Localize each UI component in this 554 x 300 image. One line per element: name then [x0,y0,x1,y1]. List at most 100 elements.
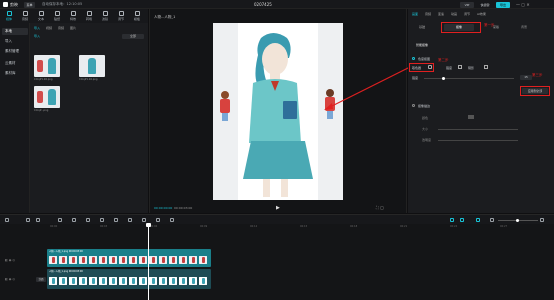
timeline-tick: 00:12 [250,225,258,228]
menu-button[interactable]: 菜单 [24,1,35,8]
timeline-tick: 00:03 [100,225,108,228]
nav-import[interactable]: 导入 [2,38,28,45]
track1-controls[interactable]: ◧ ◉ ◎ [5,258,15,262]
media-tab-video[interactable]: 视频 [46,26,52,30]
media-thumb-1[interactable] [34,55,60,77]
timeline-tick: 00:18 [350,225,358,228]
character-icon [37,91,43,103]
props-tab-speed[interactable]: 变速 [438,12,444,16]
media-thumb-2[interactable] [79,55,105,77]
toolbar-media[interactable]: 媒体 [2,10,16,22]
audio-icon [22,11,28,16]
zoom-slider-knob[interactable] [516,218,519,222]
snap-icon[interactable] [460,218,464,222]
subtab-basic[interactable]: 基础 [414,24,430,31]
split-icon[interactable] [58,218,62,222]
export-button[interactable]: 导出 [496,1,510,8]
mirror-icon[interactable] [142,218,146,222]
marker-icon[interactable] [114,218,118,222]
media-tab-import[interactable]: 导入 [34,26,40,30]
split-left-icon[interactable] [72,218,76,222]
play-button[interactable]: ▶ [276,205,280,211]
edge-checkbox[interactable] [412,104,415,107]
toolbar-text[interactable]: 文本 [34,10,48,22]
toolbar-adjust[interactable]: 调节 [114,10,128,22]
timeline-clip-1[interactable]: 人物...人物_1.png 00:00:03:00 [47,249,211,267]
toolbar-template[interactable]: 模板 [130,10,144,22]
edge-row-opacity: 透明度 [422,138,432,142]
shadow-label: 阴影 [468,66,475,70]
cover-button[interactable]: 封面 [36,277,46,282]
edge-opacity-slider[interactable] [438,140,518,141]
freeze-icon[interactable] [128,218,132,222]
autosave-status: 自动保存本地：12:10:05 [42,2,83,6]
edge-section-title: 抠像描边 [418,104,431,108]
edge-row-size: 大小 [422,127,429,131]
link-icon[interactable] [450,218,454,222]
props-tab-picture[interactable]: 画面 [412,12,418,16]
import-button[interactable]: 导入 [34,34,46,39]
timeline: 00:00 00:03 00:06 00:09 00:12 00:15 00:1… [0,224,554,300]
strength-value[interactable]: 15 [520,75,532,80]
nav-manage[interactable]: 素材管理 [2,48,28,55]
rotate-icon[interactable] [156,218,160,222]
character-icon [37,60,43,72]
edge-color-swatch[interactable] [468,115,474,119]
toolbar-transition[interactable]: 转场 [82,10,96,22]
props-tab-animation[interactable]: 动画 [451,12,457,16]
edge-size-slider[interactable] [438,129,518,130]
timeline-clip-2[interactable]: 人物...人物_1.png 00:00:03:00 [47,269,211,289]
timeline-toolbar [0,214,554,224]
nav-cloud[interactable]: 云素材 [2,60,28,67]
props-tab-audio[interactable]: 音频 [425,12,431,16]
props-tab-ai[interactable]: AI效果 [477,12,486,16]
undo-icon[interactable] [26,218,30,222]
strength-slider[interactable] [424,78,514,79]
delete-icon[interactable] [100,218,104,222]
toolbar-filter[interactable]: 滤镜 [98,10,112,22]
annotation-step-2: 第二步 [438,58,449,62]
split-right-icon[interactable] [86,218,90,222]
toolbar-audio[interactable]: 音频 [18,10,32,22]
edge-row-color: 颜色 [422,116,429,120]
zoom-out-icon[interactable] [490,218,494,222]
strength-slider-knob[interactable] [442,77,445,80]
sort-dropdown[interactable]: 全部 [122,34,144,39]
media-tab-audio[interactable]: 音频 [58,26,64,30]
props-tab-adjust[interactable]: 调节 [464,12,470,16]
properties-panel: 画面 音频 变速 动画 调节 AI效果 基础 抠像 蒙版 背景 第一步 智能抠像… [408,9,554,213]
app-logo [3,2,8,7]
strength-toggle[interactable] [458,65,462,69]
select-tool-icon[interactable] [5,218,9,222]
player-title: 人物...人物_1 [154,15,176,19]
zoom-in-icon[interactable] [540,218,544,222]
subtab-background[interactable]: 背景 [516,24,532,31]
media-panel: 导入 视频 音频 图片 导入 全部 Cmqif1.16.png Cmqif1.1… [30,23,148,213]
vip-button[interactable]: VIP [460,1,474,8]
track2-controls[interactable]: ◧ ◉ ◎ [5,277,15,281]
toolbar-sticker[interactable]: 贴纸 [50,10,64,22]
annotation-arrow [324,65,413,110]
chroma-checkbox[interactable] [412,57,415,60]
redo-icon[interactable] [36,218,40,222]
shortcut-button[interactable]: 快捷键 [478,2,492,8]
template-icon [134,11,140,16]
timeline-tick: 00:09 [200,225,208,228]
playhead[interactable] [148,224,149,300]
thumb-label-3: Cmqif...png [34,109,49,112]
crop-icon[interactable] [170,218,174,222]
toolbar-effects[interactable]: 特效 [66,10,80,22]
media-thumb-3[interactable] [34,86,60,108]
window-controls[interactable]: — ▢ ✕ [516,2,530,7]
strength-row-label: 强度 [412,76,419,80]
media-tab-image[interactable]: 图片 [70,26,76,30]
left-nav: 本地 导入 素材管理 云素材 素材库 [0,23,30,213]
fullscreen-icon[interactable]: ⛶ ▢ [376,205,384,210]
nav-library[interactable]: 素材库 [2,70,28,77]
shadow-toggle[interactable] [484,65,488,69]
nav-local[interactable]: 本地 [2,28,28,35]
preview-axis-icon[interactable] [476,218,480,222]
strength-label: 强度 [446,66,453,70]
highlight-box-3 [520,86,550,96]
highlight-box-2 [409,63,434,72]
